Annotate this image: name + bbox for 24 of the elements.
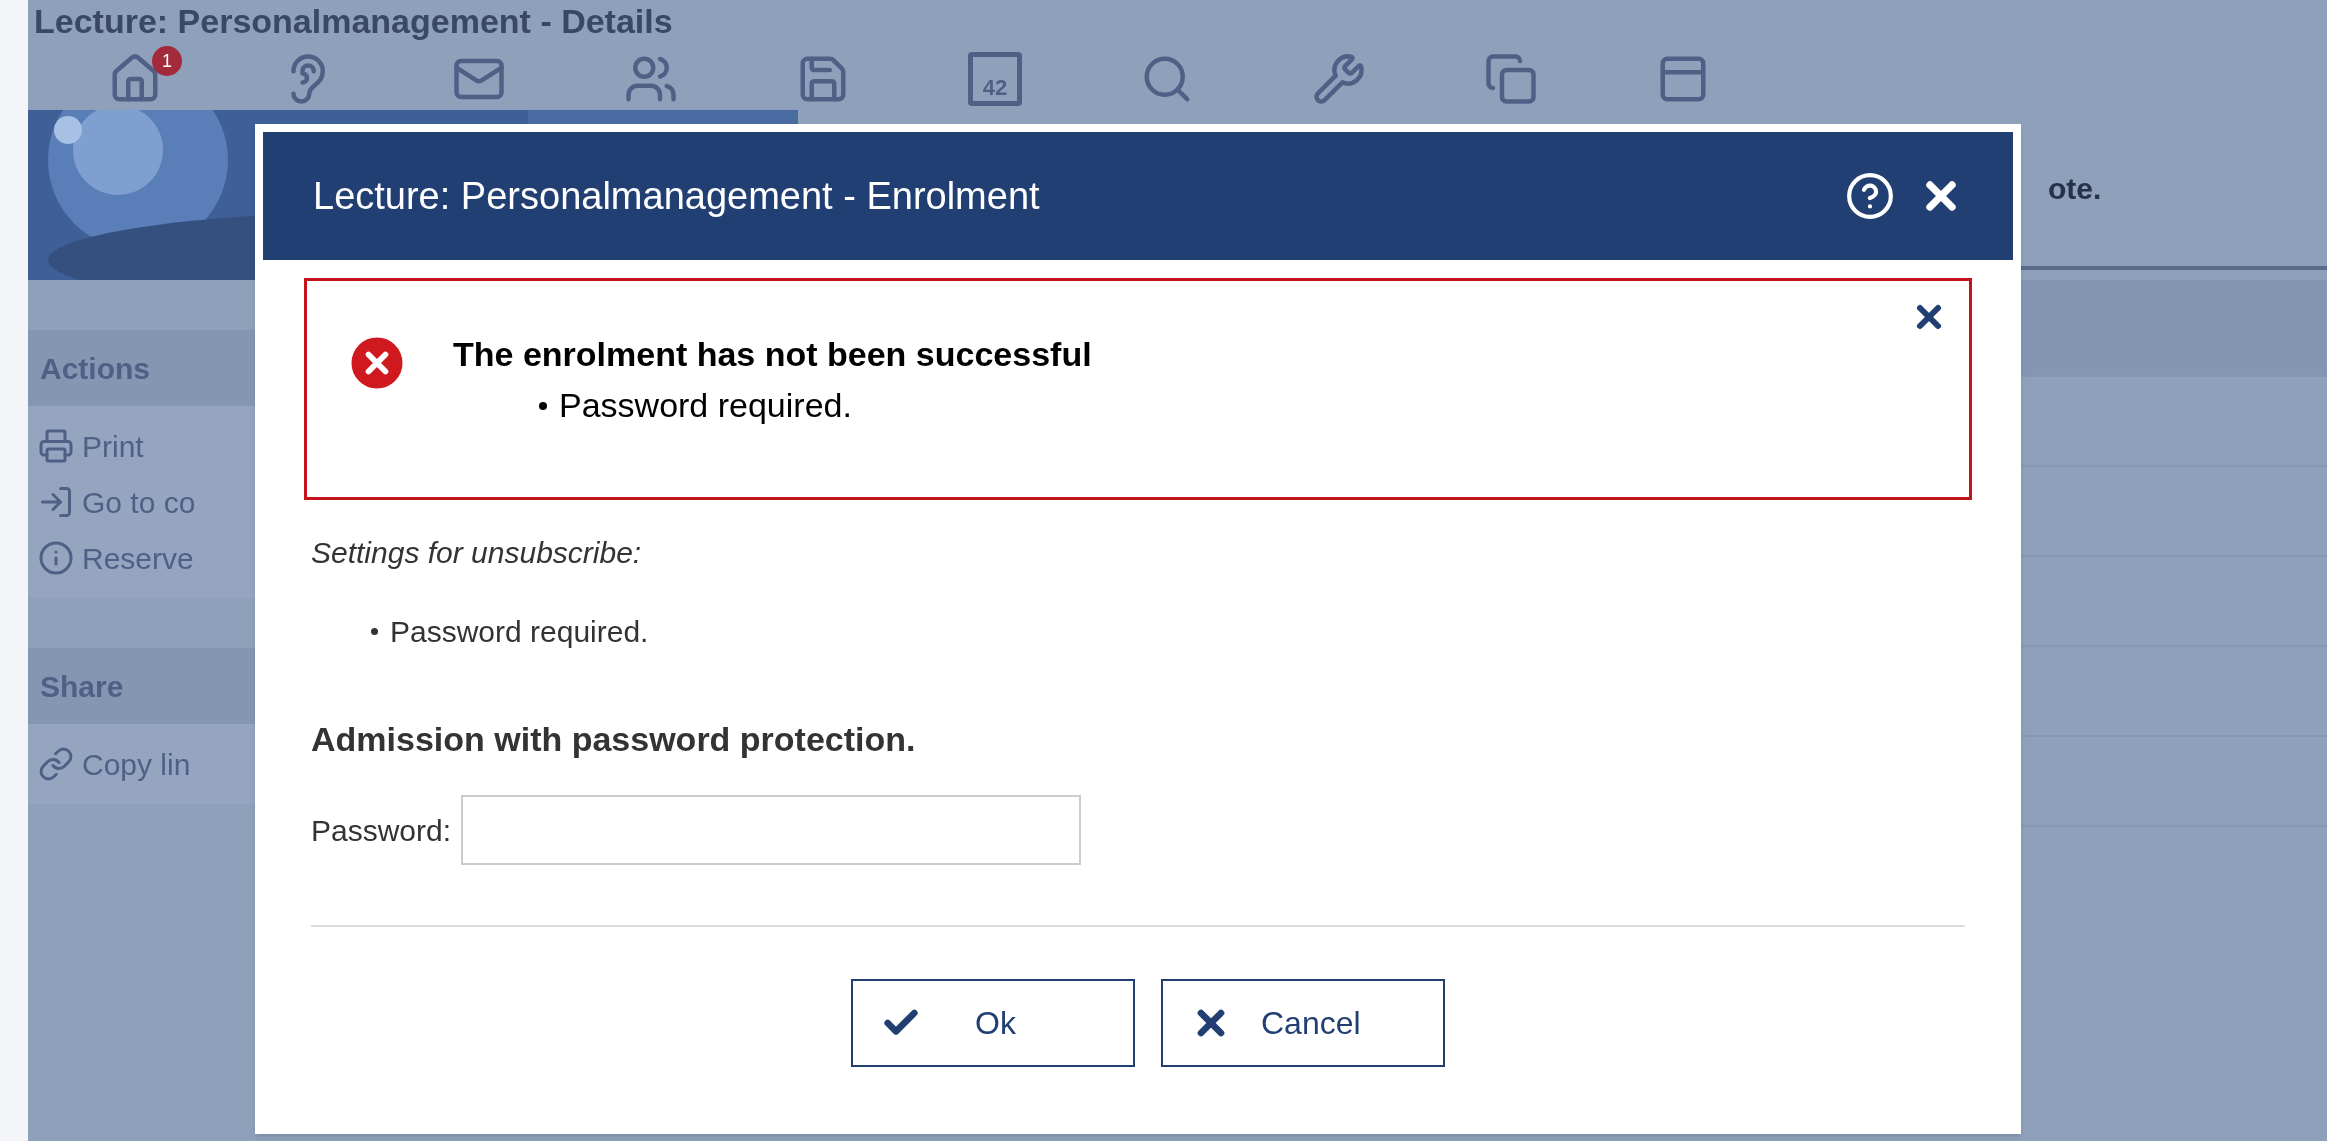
info-icon <box>38 540 74 576</box>
bullet-icon <box>371 628 378 635</box>
tools-icon[interactable] <box>1312 52 1366 106</box>
notice-text: ote. <box>2048 170 2102 207</box>
bullet-icon <box>539 401 547 410</box>
page-title: Lecture: Personalmanagement - Details <box>34 1 673 42</box>
section-heading: Admission with password protection. <box>311 719 917 760</box>
calendar-icon[interactable]: 42 <box>968 52 1022 106</box>
sidebar-link[interactable]: Go to co <box>38 476 318 528</box>
password-label: Password: <box>311 812 452 849</box>
settings-label: Settings for unsubscribe: <box>311 535 643 571</box>
help-icon[interactable] <box>1845 171 1895 221</box>
notification-badge: 1 <box>152 46 182 76</box>
settings-item: Password required. <box>390 614 649 650</box>
cancel-button[interactable]: Cancel <box>1161 979 1445 1067</box>
sidebar-link[interactable]: Print <box>38 420 318 472</box>
error-message: Password required. <box>559 385 852 426</box>
dialog-title: Lecture: Personalmanagement - Enrolment <box>313 173 1041 219</box>
printer-icon <box>38 428 74 464</box>
error-title: The enrolment has not been successful <box>453 334 1092 375</box>
link-icon <box>38 746 74 782</box>
ok-button[interactable]: Ok <box>851 979 1135 1067</box>
password-field[interactable] <box>461 795 1082 865</box>
copy-icon[interactable] <box>1484 52 1538 106</box>
